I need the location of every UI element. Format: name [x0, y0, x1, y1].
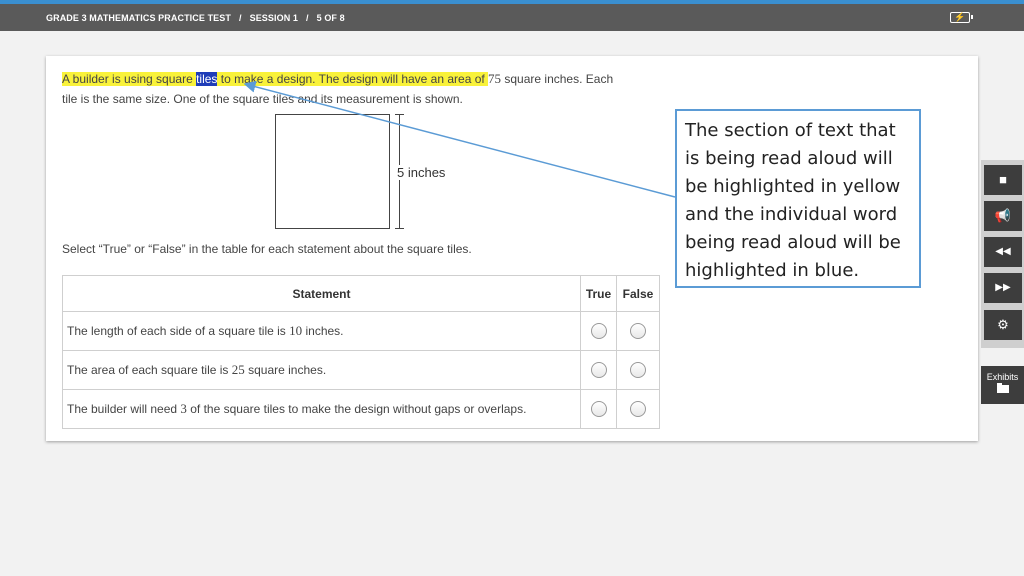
- page-indicator: 5 OF 8: [316, 13, 345, 23]
- fast-forward-icon[interactable]: ▶▶: [984, 273, 1022, 303]
- exhibits-button[interactable]: Exhibits: [981, 366, 1024, 404]
- dimension-label: 5 inches: [395, 165, 448, 180]
- header-false: False: [616, 275, 660, 312]
- true-false-table: Statement True False The length of each …: [62, 275, 660, 429]
- area-value: 75: [488, 71, 502, 86]
- header-statement: Statement: [62, 275, 581, 312]
- true-radio[interactable]: [590, 401, 607, 417]
- annotation-callout: The section of text that is being read a…: [675, 109, 921, 288]
- battery-charging-icon: ⚡: [950, 12, 973, 23]
- breadcrumb: GRADE 3 MATHEMATICS PRACTICE TEST / SESSIO…: [46, 13, 345, 23]
- breadcrumb-separator: /: [306, 13, 309, 23]
- breadcrumb-separator: /: [238, 13, 242, 23]
- read-aloud-highlight: A builder is using square tiles to make …: [62, 72, 489, 86]
- table-row: The builder will need 3 of the square ti…: [62, 389, 660, 429]
- rewind-icon[interactable]: ◀◀: [984, 237, 1022, 267]
- exhibits-label: Exhibits: [986, 372, 1019, 382]
- table-row: The length of each side of a square tile…: [62, 311, 660, 351]
- statement-cell: The area of each square tile is 25 squar…: [62, 350, 581, 390]
- statement-cell: The builder will need 3 of the square ti…: [62, 389, 581, 429]
- speaker-icon[interactable]: 📢: [984, 201, 1022, 231]
- test-title: GRADE 3 MATHEMATICS PRACTICE TEST: [46, 13, 231, 23]
- question-text: A builder is using square tiles to make …: [62, 71, 614, 106]
- stop-icon[interactable]: ■: [984, 165, 1022, 195]
- settings-gear-icon[interactable]: ⚙: [984, 310, 1022, 340]
- table-header-row: Statement True False: [62, 275, 660, 312]
- instruction-text: Select “True” or “False” in the table fo…: [62, 242, 472, 256]
- session-label: SESSION 1: [249, 13, 299, 23]
- true-radio[interactable]: [590, 323, 607, 339]
- false-radio[interactable]: [630, 401, 646, 417]
- current-word-highlight: tiles: [196, 72, 218, 86]
- true-radio[interactable]: [590, 362, 607, 378]
- square-tile-figure: [275, 114, 390, 229]
- header-bar: GRADE 3 MATHEMATICS PRACTICE TEST / SESSIO…: [0, 4, 1024, 31]
- false-radio[interactable]: [630, 362, 646, 378]
- question-text-line2: tile is the same size. One of the square…: [62, 92, 463, 106]
- table-row: The area of each square tile is 25 squar…: [62, 350, 660, 390]
- dimension-tick-top: [395, 114, 404, 115]
- false-radio[interactable]: [630, 323, 646, 339]
- dimension-tick-bottom: [395, 228, 404, 229]
- statement-cell: The length of each side of a square tile…: [62, 311, 581, 351]
- folder-icon: [996, 383, 1009, 393]
- header-true: True: [580, 275, 617, 312]
